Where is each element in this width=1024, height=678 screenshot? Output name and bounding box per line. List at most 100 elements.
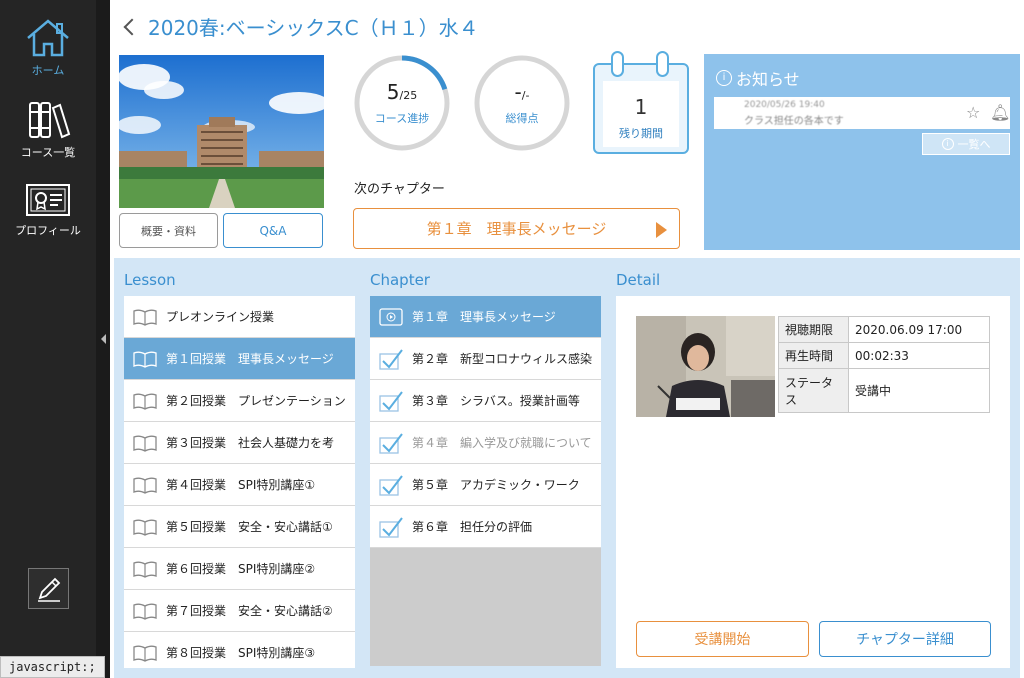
detail-value: 受講中 [848, 368, 990, 413]
chapter-item-label: 第４章 編入学及び就職について [412, 436, 592, 450]
nav-label-courses: コース一覧 [20, 146, 76, 159]
chapter-detail-button[interactable]: チャプター詳細 [819, 621, 991, 657]
next-chapter-button[interactable]: 第１章 理事長メッセージ [353, 208, 680, 249]
notice-item[interactable]: 2020/05/26 19:40 クラス担任の各本です ☆ 🔔︎ [714, 97, 1010, 129]
info-small-icon: i [941, 138, 954, 150]
detail-row-duration: 再生時間 00:02:33 [778, 342, 990, 369]
chapter-item-label: 第５章 アカデミック・ワーク [412, 478, 580, 492]
lesson-item[interactable]: 第４回授業 SPI特別講座① [124, 464, 355, 506]
lesson-item[interactable]: 第３回授業 社会人基礎力を考 [124, 422, 355, 464]
book-icon [133, 519, 157, 536]
chapter-item[interactable]: 第４章 編入学及び就職について [370, 422, 601, 464]
lesson-list: プレオンライン授業第１回授業 理事長メッセージ 第２回授業 プレゼンテーション 第３… [124, 296, 355, 668]
overview-button[interactable]: 概要・資料 [119, 213, 218, 248]
score-label: 総得点 [505, 112, 539, 125]
lesson-item-label: 第３回授業 社会人基礎力を考 [166, 436, 335, 450]
lesson-item-label: 第４回授業 SPI特別講座① [166, 478, 316, 492]
nav-item-profile[interactable]: プロフィール [0, 182, 96, 238]
progress-total: /25 [399, 89, 418, 102]
detail-key: 視聴期限 [778, 316, 849, 343]
chapter-item[interactable]: 第５章 アカデミック・ワーク [370, 464, 601, 506]
book-icon [133, 393, 157, 410]
chapter-item[interactable]: 第６章 担任分の評価 [370, 506, 601, 548]
score-total: /- [521, 89, 530, 102]
bell-icon[interactable]: 🔔︎ [990, 103, 1010, 122]
score-gauge: -/- 総得点 [472, 53, 572, 153]
play-box-icon [379, 307, 403, 326]
detail-info-table: 視聴期限 2020.06.09 17:00 再生時間 00:02:33 ステータ… [778, 316, 990, 413]
book-icon [133, 645, 157, 662]
book-icon [133, 351, 157, 368]
next-chapter-button-label: 第１章 理事長メッセージ [426, 220, 607, 238]
remaining-period-calendar: 1 残り期間 [593, 51, 689, 154]
calendar-ring-left [611, 51, 624, 77]
detail-key: 再生時間 [778, 342, 849, 369]
detail-row-deadline: 視聴期限 2020.06.09 17:00 [778, 316, 990, 343]
lesson-section-title: Lesson [124, 271, 176, 289]
notice-list-label: 一覧へ [957, 138, 991, 151]
remaining-label: 残り期間 [619, 127, 663, 140]
nav-item-home[interactable]: ホーム [0, 18, 96, 78]
info-icon: i [716, 70, 732, 86]
chapter-item-label: 第６章 担任分の評価 [412, 520, 533, 534]
notice-date: 2020/05/26 19:40 [744, 100, 825, 110]
star-icon[interactable]: ☆ [966, 103, 980, 122]
lesson-item-label: 第１回授業 理事長メッセージ [166, 352, 334, 366]
chapter-item[interactable]: 第２章 新型コロナウィルス感染 [370, 338, 601, 380]
progress-value: 5 [386, 80, 400, 104]
book-icon [133, 603, 157, 620]
chapter-list: 第１章 理事長メッセージ第２章 新型コロナウィルス感染 第３章 シラバス。授業計画… [370, 296, 601, 666]
lesson-item[interactable]: 第８回授業 SPI特別講座③ [124, 632, 355, 668]
chapter-item-label: 第２章 新型コロナウィルス感染 [412, 352, 593, 366]
detail-panel: 視聴期限 2020.06.09 17:00 再生時間 00:02:33 ステータ… [616, 296, 1010, 668]
video-thumbnail[interactable] [636, 316, 775, 417]
lesson-item[interactable]: プレオンライン授業 [124, 296, 355, 338]
play-icon [656, 222, 667, 238]
detail-key: ステータス [778, 368, 849, 413]
lesson-item-label: プレオンライン授業 [166, 310, 275, 324]
chapter-item-label: 第３章 シラバス。授業計画等 [412, 394, 580, 408]
nav-label-profile: プロフィール [15, 224, 81, 237]
notice-panel: i お知らせ 2020/05/26 19:40 クラス担任の各本です ☆ 🔔︎ … [704, 54, 1020, 250]
edit-button[interactable] [28, 568, 69, 609]
pencil-icon [37, 577, 60, 602]
detail-section-title: Detail [616, 271, 661, 289]
calendar-ring-right [656, 51, 669, 77]
progress-label: コース進捗 [374, 112, 430, 125]
nav-item-courses[interactable]: コース一覧 [0, 100, 96, 160]
notice-list-button[interactable]: i 一覧へ [922, 133, 1010, 155]
book-icon [133, 309, 157, 326]
lesson-item[interactable]: 第２回授業 プレゼンテーション [124, 380, 355, 422]
score-value: - [514, 80, 522, 104]
lesson-item[interactable]: 第７回授業 安全・安心講話② [124, 590, 355, 632]
home-icon [27, 19, 69, 57]
chapter-item[interactable]: 第１章 理事長メッセージ [370, 296, 601, 338]
next-chapter-label: 次のチャプター [354, 182, 445, 197]
back-arrow-icon[interactable] [123, 18, 141, 35]
start-lesson-button[interactable]: 受講開始 [636, 621, 809, 657]
course-progress-gauge: 5/25 コース進捗 [352, 53, 452, 153]
lesson-item-label: 第２回授業 プレゼンテーション [166, 394, 346, 408]
detail-value: 00:02:33 [848, 342, 990, 369]
certificate-icon [26, 184, 70, 216]
page-header: 2020春:ベーシックスC（Ｈ１）水４ [120, 12, 479, 41]
collapse-arrow-icon[interactable] [101, 334, 106, 344]
books-icon [29, 102, 71, 139]
notice-title-text: お知らせ [736, 70, 800, 89]
book-icon [133, 435, 157, 452]
notice-title: i お知らせ [716, 66, 800, 90]
check-icon [379, 390, 403, 412]
lesson-item-label: 第６回授業 SPI特別講座② [166, 562, 316, 576]
chapter-section-title: Chapter [370, 271, 430, 289]
check-icon [379, 474, 403, 496]
lesson-item[interactable]: 第６回授業 SPI特別講座② [124, 548, 355, 590]
detail-row-status: ステータス 受講中 [778, 368, 990, 413]
chapter-item[interactable]: 第３章 シラバス。授業計画等 [370, 380, 601, 422]
chapter-item-label: 第１章 理事長メッセージ [412, 310, 556, 324]
lesson-item[interactable]: 第１回授業 理事長メッセージ [124, 338, 355, 380]
lesson-item[interactable]: 第５回授業 安全・安心講話① [124, 506, 355, 548]
detail-value: 2020.06.09 17:00 [848, 316, 990, 343]
qa-button[interactable]: Q&A [223, 213, 323, 248]
nav-label-home: ホーム [31, 64, 65, 77]
page-title: 2020春:ベーシックスC（Ｈ１）水４ [148, 16, 479, 40]
